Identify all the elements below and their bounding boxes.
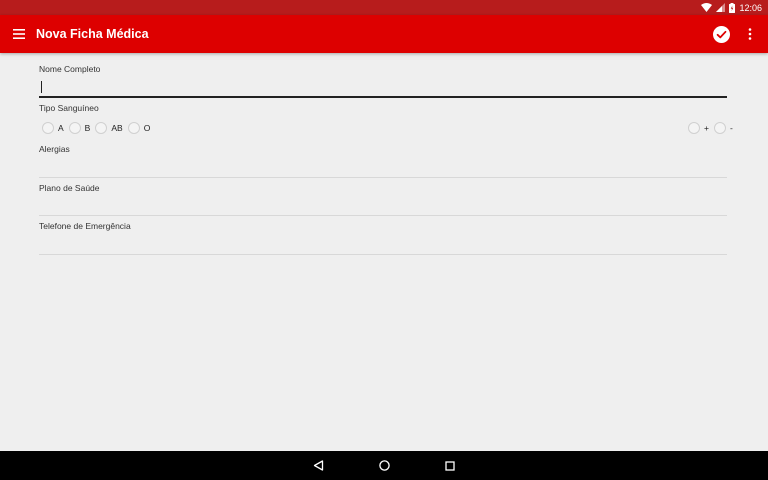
radio-label-o: O (143, 123, 151, 133)
radio-circle (42, 122, 54, 134)
form-content: Nome Completo Tipo Sanguíneo A B AB O + … (0, 53, 768, 451)
page-title: Nova Ficha Médica (36, 27, 149, 41)
status-bar: 12:06 (0, 0, 768, 15)
home-button[interactable] (379, 460, 390, 471)
health-plan-label: Plano de Saúde (39, 183, 100, 193)
radio-blood-a[interactable]: A (42, 122, 64, 134)
emergency-phone-input[interactable] (39, 234, 727, 254)
radio-label-b: B (84, 123, 91, 133)
radio-blood-b[interactable]: B (68, 122, 91, 134)
text-cursor (41, 81, 43, 93)
radio-circle (95, 122, 108, 134)
more-vert-icon (748, 28, 752, 40)
rh-factor-radio-group: + - (688, 122, 738, 134)
signal-icon (716, 3, 726, 12)
radio-rh-positive[interactable]: + (688, 122, 709, 134)
full-name-input[interactable] (39, 77, 727, 97)
confirm-button[interactable] (708, 21, 734, 47)
back-triangle-icon (313, 460, 324, 471)
navigation-bar (0, 451, 768, 480)
recents-button[interactable] (445, 460, 455, 471)
radio-label-positive: + (704, 123, 709, 133)
radio-blood-o[interactable]: O (127, 122, 151, 134)
home-circle-icon (379, 460, 390, 471)
radio-circle (127, 122, 140, 134)
allergies-underline (39, 177, 727, 178)
health-plan-input[interactable] (39, 195, 727, 215)
allergies-input[interactable] (39, 157, 727, 177)
radio-circle (713, 122, 726, 134)
status-time: 12:06 (739, 2, 762, 13)
wifi-icon (701, 3, 713, 12)
emergency-phone-label: Telefone de Emergência (39, 221, 131, 231)
allergies-label: Alergias (39, 144, 70, 154)
back-button[interactable] (313, 460, 324, 471)
radio-label-negative: - (729, 123, 733, 133)
health-plan-underline (39, 215, 727, 216)
radio-circle (68, 122, 81, 134)
radio-label-ab: AB (111, 123, 123, 133)
blood-group-radio-group: A B AB O (42, 122, 155, 134)
radio-label-a: A (58, 123, 64, 133)
emergency-phone-underline (39, 254, 727, 255)
check-circle-icon (712, 25, 730, 43)
app-bar: Nova Ficha Médica (0, 15, 768, 53)
recents-square-icon (445, 460, 455, 471)
overflow-menu-button[interactable] (738, 15, 762, 53)
menu-button[interactable] (0, 15, 38, 53)
battery-icon (729, 2, 736, 13)
full-name-underline (39, 96, 727, 98)
full-name-label: Nome Completo (39, 64, 101, 74)
radio-circle (688, 122, 700, 134)
radio-rh-negative[interactable]: - (713, 122, 733, 134)
radio-blood-ab[interactable]: AB (95, 122, 123, 134)
hamburger-icon (13, 29, 25, 39)
blood-type-label: Tipo Sanguíneo (39, 103, 99, 113)
